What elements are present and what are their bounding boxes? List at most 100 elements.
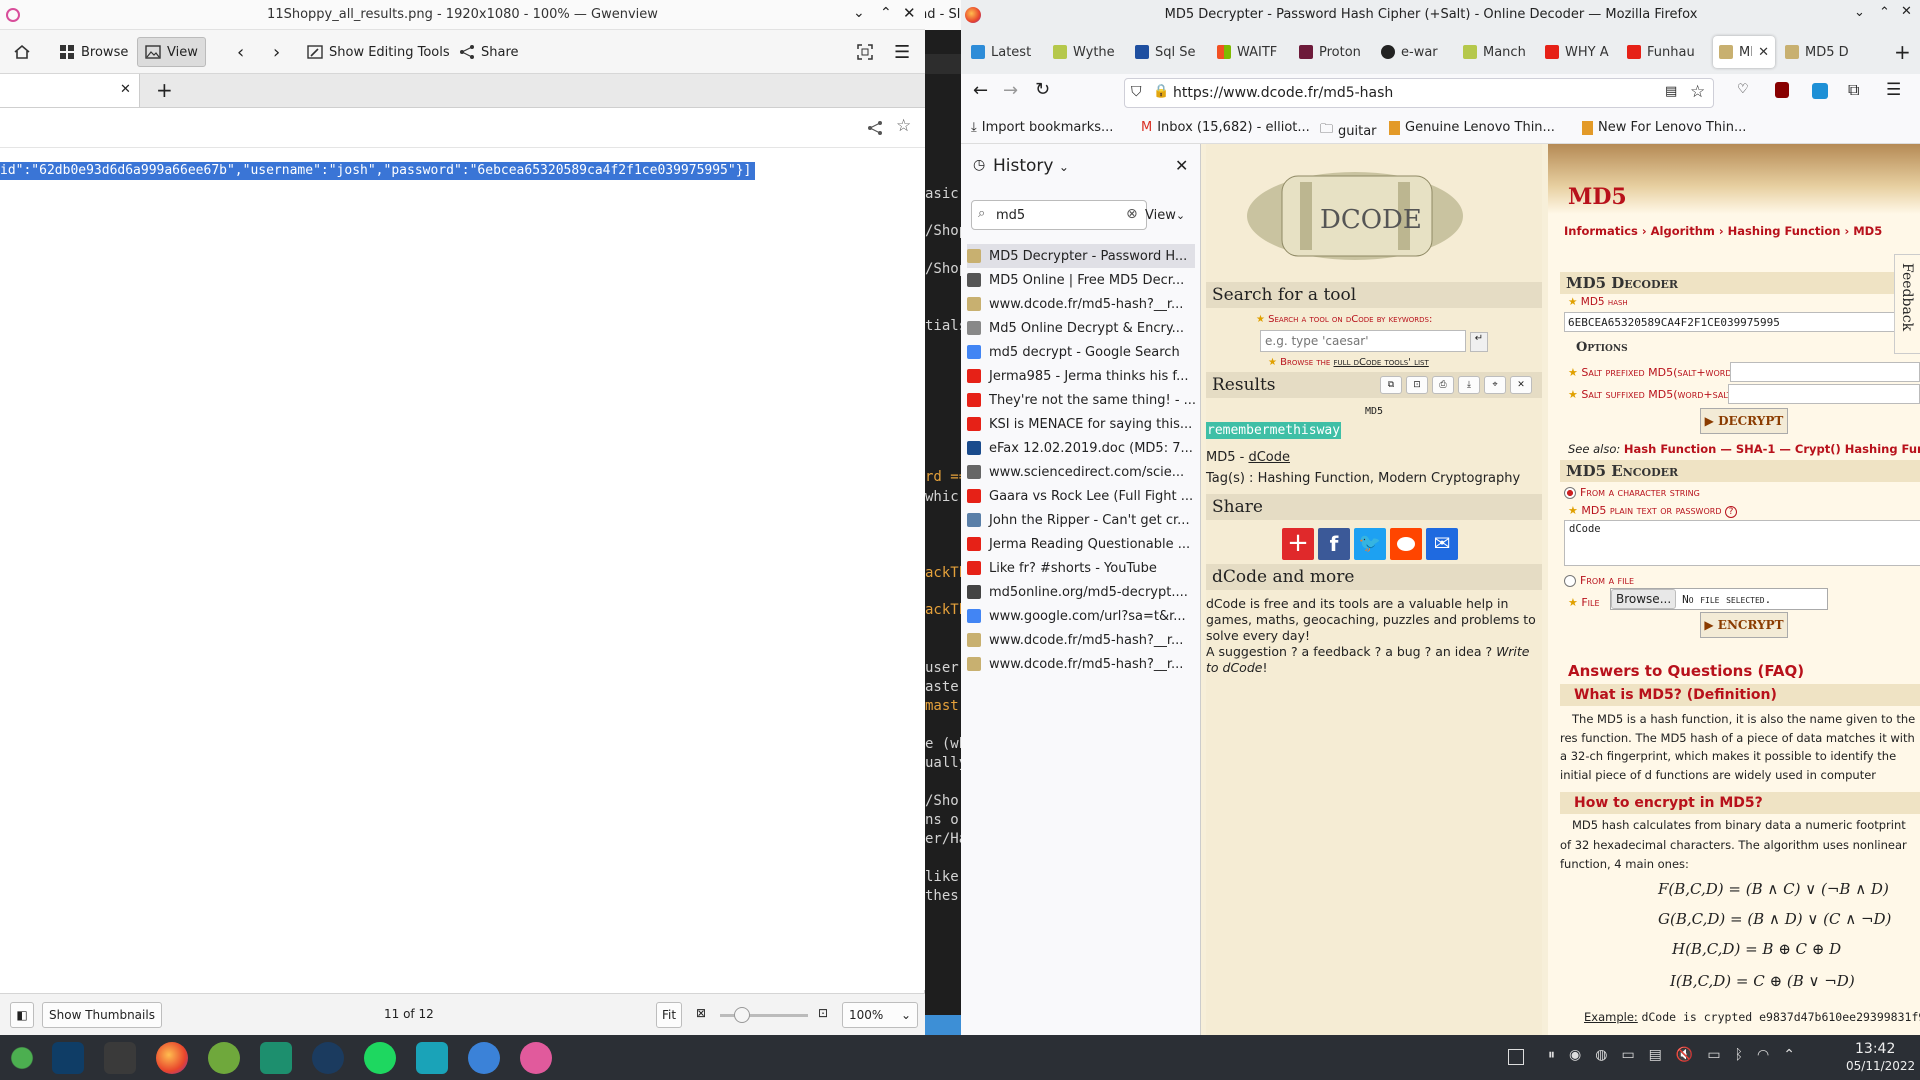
forward-icon[interactable]: → xyxy=(1003,80,1018,101)
pin-icon[interactable]: ⌖ xyxy=(1484,376,1506,394)
history-item[interactable]: www.dcode.fr/md5-hash?__r... xyxy=(967,652,1195,676)
help-icon[interactable]: ? xyxy=(1724,506,1737,518)
gwenview-icon[interactable] xyxy=(520,1042,552,1074)
history-item[interactable]: MD5 Decrypter - Password H... xyxy=(967,244,1195,268)
display-icon[interactable]: ▭ xyxy=(1621,1047,1634,1063)
chromium-icon[interactable] xyxy=(468,1042,500,1074)
browse-file-button[interactable]: Browse... xyxy=(1611,589,1677,609)
lock-icon[interactable]: 🔒 xyxy=(1153,84,1169,99)
tray-expand-icon[interactable]: ⌃ xyxy=(1783,1047,1795,1063)
see-also-links[interactable]: Hash Function — SHA-1 — Crypt() Hashing … xyxy=(1624,442,1920,456)
pause-icon[interactable]: ⏸ xyxy=(1548,1047,1555,1063)
email-icon[interactable]: ✉ xyxy=(1426,528,1458,560)
terminal-icon[interactable] xyxy=(104,1042,136,1074)
battery-icon[interactable]: ▭ xyxy=(1707,1047,1720,1063)
menu-icon[interactable]: ☰ xyxy=(1886,80,1901,100)
browse-link-text[interactable]: full dCode tools' list xyxy=(1334,357,1429,368)
minimize-icon[interactable]: ⌄ xyxy=(853,5,865,21)
history-item[interactable]: www.sciencedirect.com/scie... xyxy=(967,460,1195,484)
feedback-tab[interactable]: Feedback xyxy=(1894,254,1920,354)
bookmark-star-icon[interactable]: ☆ xyxy=(1690,82,1705,102)
history-item[interactable]: eFax 12.02.2019.doc (MD5: 7... xyxy=(967,436,1195,460)
minimize-icon[interactable]: ⌄ xyxy=(1854,5,1865,20)
history-item[interactable]: MD5 Online | Free MD5 Decr... xyxy=(967,268,1195,292)
wifi-icon[interactable]: ◠ xyxy=(1757,1047,1769,1063)
tab-waitf[interactable]: WAITF xyxy=(1217,36,1293,68)
history-item[interactable]: www.dcode.fr/md5-hash?__r... xyxy=(967,628,1195,652)
close-tab-icon[interactable]: ✕ xyxy=(1758,45,1769,60)
browse-tools-link[interactable]: ★ Browse the full dCode tools' list xyxy=(1268,357,1429,368)
history-item[interactable]: www.google.com/url?sa=t&r... xyxy=(967,604,1195,628)
tab-md5-decrypter[interactable]: MD5 D xyxy=(1785,36,1861,68)
new-tab-icon[interactable]: + xyxy=(156,78,173,102)
bookmark-inbox[interactable]: M Inbox (15,682) - elliot... xyxy=(1141,120,1310,135)
star-icon[interactable]: ☆ xyxy=(896,116,911,136)
zoom-slider-handle[interactable] xyxy=(734,1007,750,1023)
url-bar[interactable]: ⛉ 🔒 https://www.dcode.fr/md5-hash ▤ ☆ xyxy=(1124,78,1714,108)
previous-button[interactable]: ‹ xyxy=(230,37,251,67)
history-item[interactable]: Gaara vs Rock Lee (Full Fight ... xyxy=(967,484,1195,508)
reader-view-icon[interactable]: ▤ xyxy=(1665,84,1677,99)
radio-unchecked-icon[interactable] xyxy=(1564,574,1576,587)
screenshot-icon[interactable]: ⊡ xyxy=(1406,376,1428,394)
breadcrumb-md5[interactable]: MD5 xyxy=(1853,224,1882,238)
tab-sql[interactable]: Sql Se xyxy=(1135,36,1211,68)
volume-muted-icon[interactable]: 🔇 xyxy=(1676,1047,1693,1063)
reddit-icon[interactable] xyxy=(1390,528,1422,560)
salt-suffixed-input[interactable] xyxy=(1728,384,1920,404)
maximize-icon[interactable]: ⌃ xyxy=(880,5,892,21)
search-tool-input[interactable] xyxy=(1260,330,1466,352)
encrypt-button[interactable]: ▶ ENCRYPT xyxy=(1700,612,1788,638)
clear-search-icon[interactable]: ⊗ xyxy=(1126,206,1138,222)
next-button[interactable]: › xyxy=(266,37,287,67)
plain-text-input[interactable]: dCode xyxy=(1564,520,1920,566)
spotify-icon[interactable] xyxy=(364,1042,396,1074)
firefox-icon[interactable] xyxy=(156,1042,188,1074)
bluetooth-icon[interactable]: ᛒ xyxy=(1735,1047,1743,1063)
history-item[interactable]: www.dcode.fr/md5-hash?__r... xyxy=(967,292,1195,316)
maximize-icon[interactable]: ⌃ xyxy=(1879,5,1890,20)
history-item[interactable]: md5online.org/md5-decrypt.... xyxy=(967,580,1195,604)
tab-why[interactable]: WHY A xyxy=(1545,36,1621,68)
close-tab-icon[interactable]: ✕ xyxy=(120,82,131,97)
share-icon[interactable] xyxy=(867,120,883,136)
image-canvas[interactable] xyxy=(0,148,925,990)
extensions-icon[interactable]: ⧉ xyxy=(1848,80,1859,100)
addthis-icon[interactable]: + xyxy=(1282,528,1314,560)
show-thumbnails-button[interactable]: Show Thumbnails xyxy=(42,1002,162,1028)
close-icon[interactable]: ✕ xyxy=(1510,376,1532,394)
search-submit-button[interactable]: ↵ xyxy=(1470,332,1488,352)
steam-tray-icon[interactable]: ◍ xyxy=(1595,1047,1607,1063)
close-icon[interactable]: ✕ xyxy=(1901,4,1912,19)
view-button[interactable]: View xyxy=(137,37,206,67)
history-item[interactable]: They're not the same thing! - ... xyxy=(967,388,1195,412)
new-tab-icon[interactable]: + xyxy=(1894,40,1911,64)
history-item[interactable]: md5 decrypt - Google Search xyxy=(967,340,1195,364)
zoom-select[interactable]: 100% ⌄ xyxy=(842,1002,918,1028)
from-string-option[interactable]: From a character string xyxy=(1564,486,1700,499)
history-search-input[interactable]: ⌕ md5 ⊗ xyxy=(971,200,1147,230)
radio-checked-icon[interactable] xyxy=(1564,486,1576,499)
tab-funhau[interactable]: Funhau xyxy=(1627,36,1703,68)
zoom-fill-icon[interactable]: ⊠ xyxy=(696,1006,706,1020)
app-launcher-icon[interactable] xyxy=(6,1042,38,1074)
clipboard-icon[interactable]: ◉ xyxy=(1569,1047,1581,1063)
reload-icon[interactable]: ↻ xyxy=(1035,79,1050,100)
vscode-icon[interactable] xyxy=(52,1042,84,1074)
tab-md5-active[interactable]: MD5 ✕ xyxy=(1713,36,1775,68)
decrypt-button[interactable]: ▶ DECRYPT xyxy=(1700,408,1788,434)
close-sidebar-icon[interactable]: ✕ xyxy=(1175,156,1188,175)
share-button[interactable]: Share xyxy=(452,37,526,67)
clock-date[interactable]: 05/11/2022 xyxy=(1846,1059,1915,1073)
zap-icon[interactable] xyxy=(416,1042,448,1074)
bookmark-lenovo-2[interactable]: New For Lenovo Thin... xyxy=(1582,120,1746,135)
tab-ewar[interactable]: e-war xyxy=(1381,36,1457,68)
download-icon[interactable]: ⤓ xyxy=(1458,376,1480,394)
history-item[interactable]: John the Ripper - Can't get cr... xyxy=(967,508,1195,532)
back-icon[interactable]: ← xyxy=(973,80,988,101)
zoom-actual-icon[interactable]: ⊡ xyxy=(818,1006,828,1020)
print-icon[interactable]: ⎙ xyxy=(1432,376,1454,394)
home-button[interactable] xyxy=(6,37,38,67)
result-value[interactable]: remembermethisway xyxy=(1206,422,1342,439)
history-title[interactable]: History ⌄ xyxy=(993,156,1069,176)
